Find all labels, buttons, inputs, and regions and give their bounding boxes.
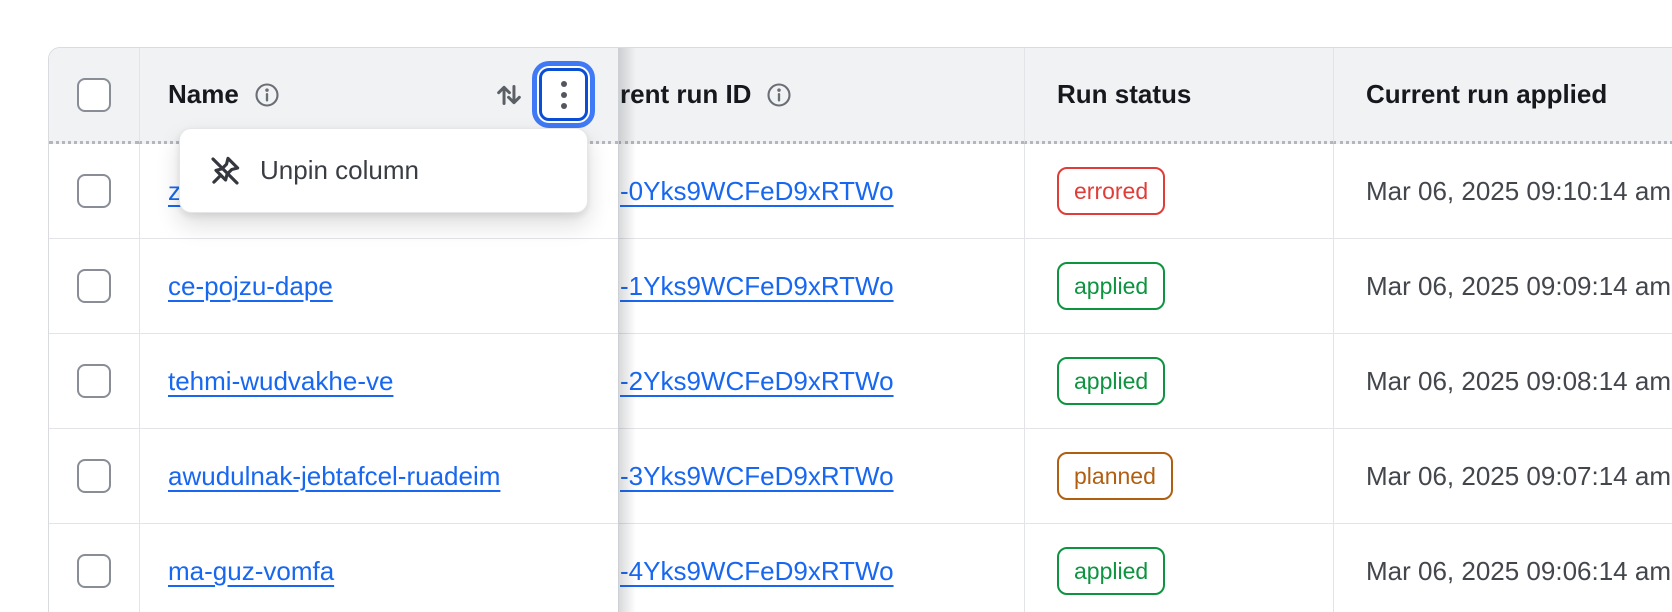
run-status-badge: applied — [1057, 547, 1165, 595]
applied-timestamp: Mar 06, 2025 09:06:14 am — [1366, 556, 1671, 587]
run-status-column-label: Run status — [1057, 79, 1191, 110]
row-run-id-cell: -1Yks9WCFeD9xRTWo — [618, 239, 1024, 334]
applied-timestamp: Mar 06, 2025 09:08:14 am — [1366, 366, 1671, 397]
applied-timestamp: Mar 06, 2025 09:10:14 am — [1366, 176, 1671, 207]
row-select-cell — [49, 334, 139, 429]
row-status-cell: applied — [1024, 334, 1333, 429]
row-name-cell: awudulnak-jebtafcel-ruadeim — [139, 429, 618, 524]
swap-vertical-icon — [492, 78, 526, 112]
run-id-link[interactable]: -0Yks9WCFeD9xRTWo — [620, 176, 894, 207]
info-icon[interactable] — [253, 81, 281, 109]
column-options-button[interactable] — [539, 68, 588, 121]
row-applied-cell: Mar 06, 2025 09:08:14 am — [1333, 334, 1672, 429]
row-name-cell: ma-guz-vomfa — [139, 524, 618, 612]
row-checkbox[interactable] — [77, 269, 111, 303]
row-checkbox[interactable] — [77, 554, 111, 588]
run-id-link[interactable]: -2Yks9WCFeD9xRTWo — [620, 366, 894, 397]
row-select-cell — [49, 144, 139, 239]
row-status-cell: errored — [1024, 144, 1333, 239]
applied-column-label: Current run applied — [1366, 79, 1607, 110]
workspaces-table: Name rent run ID — [48, 47, 1672, 612]
unpin-icon — [207, 153, 243, 189]
menu-item-unpin-column[interactable]: Unpin column — [180, 129, 587, 212]
row-run-id-cell: -3Yks9WCFeD9xRTWo — [618, 429, 1024, 524]
row-applied-cell: Mar 06, 2025 09:10:14 am — [1333, 144, 1672, 239]
workspace-name-link[interactable]: ce-pojzu-dape — [168, 271, 333, 302]
run-id-link[interactable]: -4Yks9WCFeD9xRTWo — [620, 556, 894, 587]
column-header-select — [49, 48, 139, 144]
row-name-cell: tehmi-wudvakhe-ve — [139, 334, 618, 429]
row-checkbox[interactable] — [77, 364, 111, 398]
row-checkbox[interactable] — [77, 174, 111, 208]
row-run-id-cell: -2Yks9WCFeD9xRTWo — [618, 334, 1024, 429]
run-id-column-label: rent run ID — [620, 79, 751, 110]
row-select-cell — [49, 429, 139, 524]
column-header-run-status: Run status — [1024, 48, 1333, 144]
menu-item-label: Unpin column — [260, 155, 419, 186]
row-applied-cell: Mar 06, 2025 09:07:14 am — [1333, 429, 1672, 524]
run-status-badge: applied — [1057, 262, 1165, 310]
row-status-cell: applied — [1024, 524, 1333, 612]
applied-timestamp: Mar 06, 2025 09:07:14 am — [1366, 461, 1671, 492]
workspace-name-link[interactable]: awudulnak-jebtafcel-ruadeim — [168, 461, 500, 492]
column-header-run-id: rent run ID — [618, 48, 1024, 144]
row-run-id-cell: -0Yks9WCFeD9xRTWo — [618, 144, 1024, 239]
name-column-label: Name — [168, 79, 239, 110]
run-status-badge: errored — [1057, 167, 1165, 215]
kebab-menu-icon — [561, 81, 567, 87]
run-status-badge: applied — [1057, 357, 1165, 405]
row-select-cell — [49, 239, 139, 334]
applied-timestamp: Mar 06, 2025 09:09:14 am — [1366, 271, 1671, 302]
column-options-menu: Unpin column — [179, 128, 588, 213]
sort-column-button[interactable] — [492, 78, 526, 112]
row-status-cell: applied — [1024, 239, 1333, 334]
row-run-id-cell: -4Yks9WCFeD9xRTWo — [618, 524, 1024, 612]
row-status-cell: planned — [1024, 429, 1333, 524]
row-checkbox[interactable] — [77, 459, 111, 493]
row-select-cell — [49, 524, 139, 612]
run-id-link[interactable]: -1Yks9WCFeD9xRTWo — [620, 271, 894, 302]
run-id-link[interactable]: -3Yks9WCFeD9xRTWo — [620, 461, 894, 492]
column-header-current-run-applied: Current run applied — [1333, 48, 1672, 144]
run-status-badge: planned — [1057, 452, 1173, 500]
workspace-name-link[interactable]: ma-guz-vomfa — [168, 556, 334, 587]
row-name-cell: ce-pojzu-dape — [139, 239, 618, 334]
workspace-name-link[interactable]: tehmi-wudvakhe-ve — [168, 366, 393, 397]
info-icon[interactable] — [765, 81, 793, 109]
select-all-checkbox[interactable] — [77, 78, 111, 112]
row-applied-cell: Mar 06, 2025 09:09:14 am — [1333, 239, 1672, 334]
row-applied-cell: Mar 06, 2025 09:06:14 am — [1333, 524, 1672, 612]
